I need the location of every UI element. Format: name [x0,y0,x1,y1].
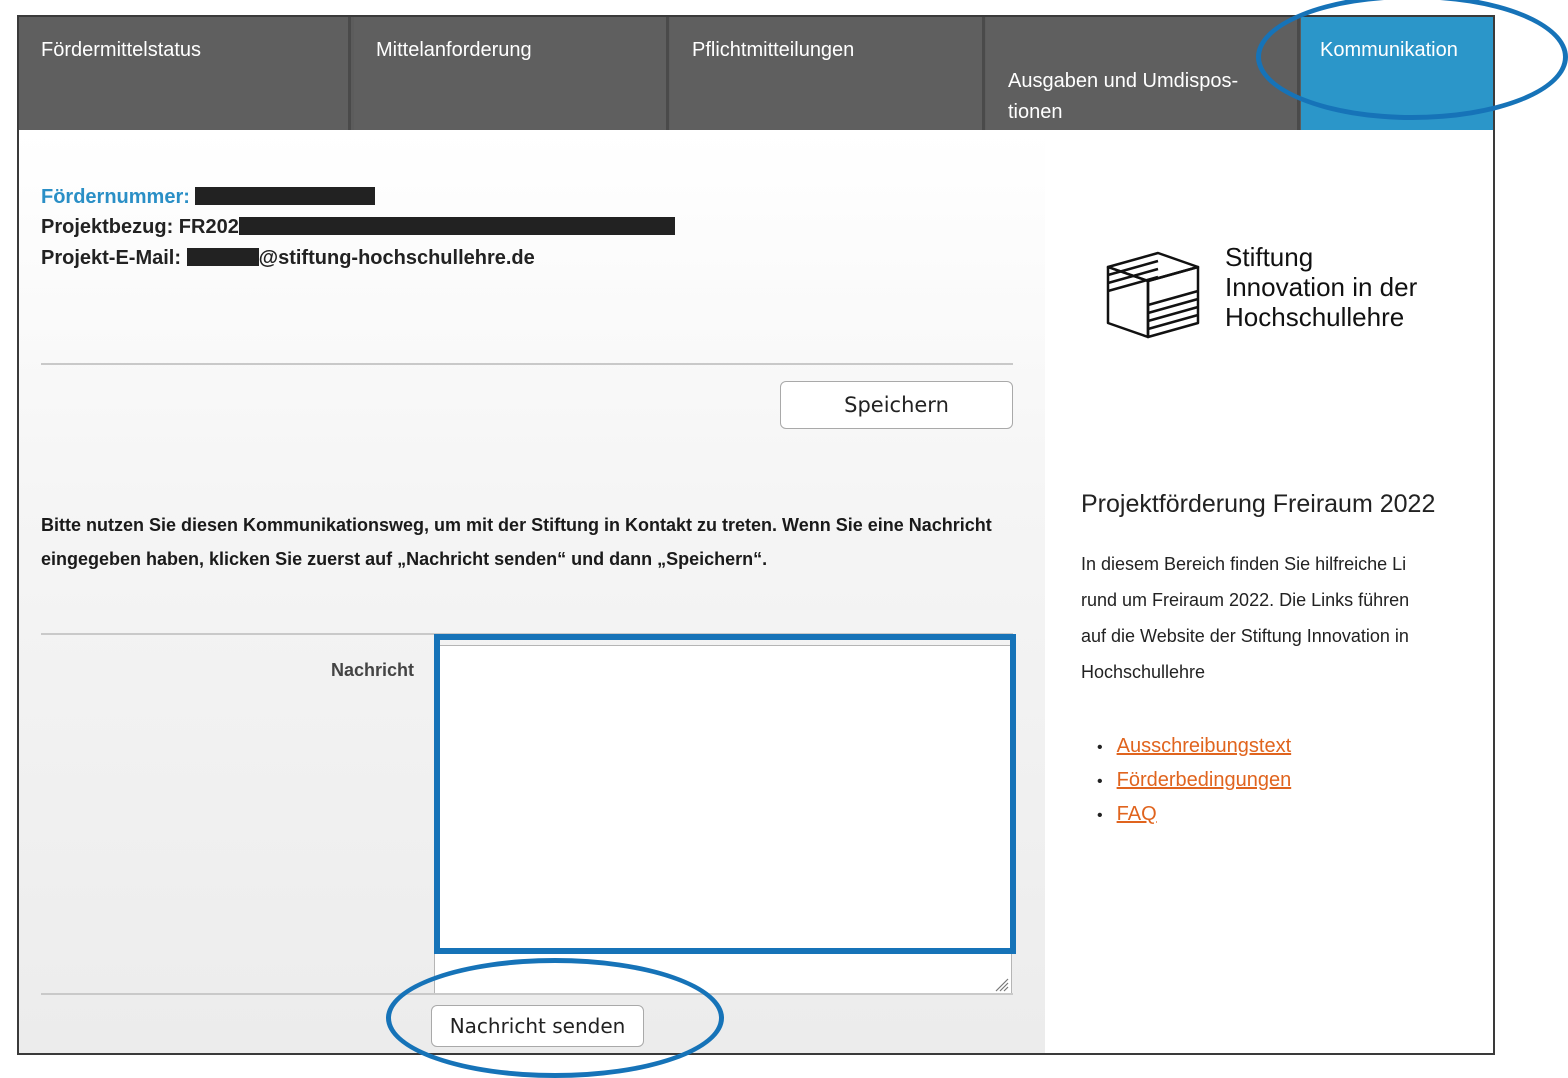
email-domain: @stiftung-hochschullehre.de [258,247,535,269]
highlight-ring-send [386,958,724,1078]
link-foerderbedingungen[interactable]: Förderbedingungen [1117,769,1292,791]
resize-grip-icon[interactable] [993,976,1009,992]
tab-mittelanforderung[interactable]: Mittelanforderung [354,17,669,130]
foerdernummer-label: Fördernummer: [41,186,190,208]
tab-foerdermittelstatus[interactable]: Fördermittelstatus [19,17,351,130]
link-faq[interactable]: FAQ [1117,803,1157,825]
foundation-logo-text: Stiftung Innovation in der Hochschullehr… [1225,242,1417,332]
highlight-box-textarea [434,634,1016,954]
tab-pflichtmitteilungen[interactable]: Pflichtmitteilungen [670,17,985,130]
tab-label: Pflichtmitteilungen [692,39,855,61]
tab-label: Mittelanforderung [376,39,532,61]
list-item: FAQ [1097,798,1291,832]
email-row: Projekt-E-Mail: @stiftung-hochschullehre… [41,247,535,270]
tab-ausgaben-umdispositionen[interactable]: Ausgaben und Umdispos- tionen [986,17,1300,130]
redaction-bar [195,187,376,205]
link-ausschreibungstext[interactable]: Ausschreibungstext [1117,735,1292,757]
sidebar-description: In diesem Bereich finden Sie hilfreiche … [1081,554,1410,682]
info-sidebar: Stiftung Innovation in der Hochschullehr… [1045,130,1493,1053]
logo-line: Innovation in der [1225,272,1418,302]
redaction-bar [238,217,675,235]
email-label: Projekt-E-Mail: [41,247,182,269]
sidebar-title: Projektförderung Freiraum 2022 [1081,490,1436,518]
message-label: Nachricht [330,660,414,680]
list-item: Förderbedingungen [1097,764,1292,798]
tab-label: Fördermittelstatus [41,39,202,61]
instructions-text: Bitte nutzen Sie diesen Kommunikationswe… [41,515,992,569]
tab-label: Ausgaben und Umdispos- tionen [1008,70,1239,123]
logo-line: Stiftung [1225,242,1314,272]
highlight-ring-tab [1256,0,1568,120]
foundation-logo-icon [1106,251,1200,339]
projektbezug-label: Projektbezug: FR202 [41,216,239,238]
redaction-bar [186,248,259,266]
divider [41,363,1013,365]
foerdernummer-row: Fördernummer: [41,186,376,209]
helpful-links-list: Ausschreibungstext Förderbedingungen FAQ [1097,730,1292,832]
projektbezug-row: Projektbezug: FR202 [41,216,675,239]
list-item: Ausschreibungstext [1097,730,1292,764]
save-button[interactable]: Speichern [780,381,1013,429]
logo-line: Hochschullehre [1225,302,1405,332]
